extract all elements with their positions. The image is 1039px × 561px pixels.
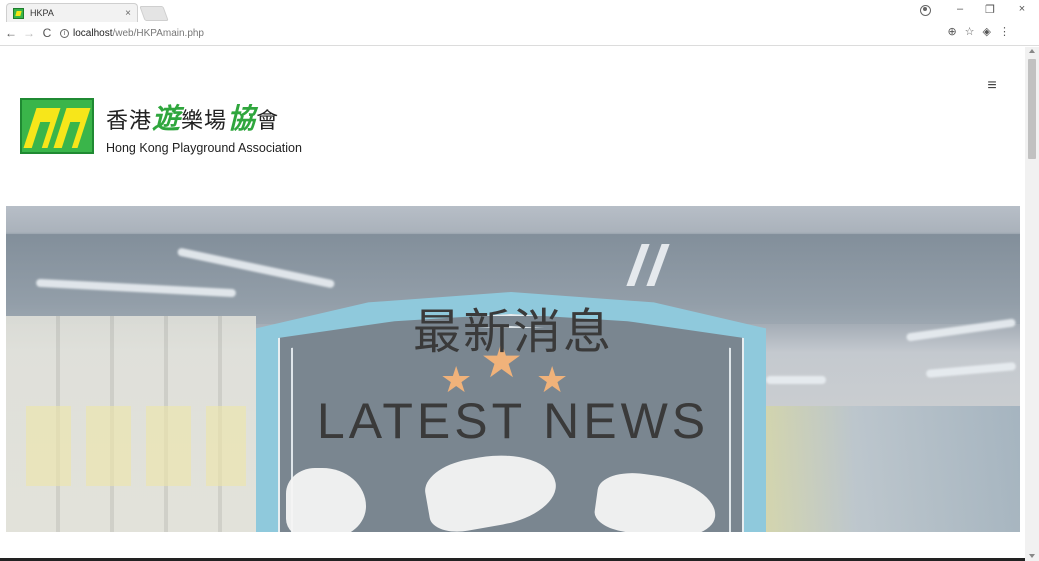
extension-icon[interactable]: ◈ bbox=[983, 25, 991, 38]
latest-news-banner[interactable]: ★ ★ ★ 最新消息 LATEST NEWS bbox=[6, 206, 1020, 532]
minimize-button[interactable]: – bbox=[952, 3, 968, 15]
account-icon[interactable] bbox=[920, 5, 931, 16]
logo-chinese-name: 香港 遊 樂場 協 會 bbox=[106, 97, 302, 137]
restore-button[interactable]: ❐ bbox=[982, 3, 998, 16]
hamburger-menu-icon[interactable]: ≡ bbox=[984, 77, 1000, 95]
tab-title: HKPA bbox=[30, 8, 54, 18]
logo-cn-part3: 會 bbox=[256, 109, 280, 134]
scroll-up-arrow-icon[interactable] bbox=[1029, 49, 1035, 53]
tab-close-icon[interactable]: × bbox=[125, 8, 131, 19]
banner-title-english: LATEST NEWS bbox=[316, 393, 710, 449]
hkpa-logo-mark-icon bbox=[20, 98, 94, 154]
forward-arrow-icon[interactable]: → bbox=[22, 26, 36, 40]
logo-cn-part2: 樂場 bbox=[181, 109, 228, 134]
url-path: /web/HKPAmain.php bbox=[112, 28, 204, 39]
url-host: localhost bbox=[73, 28, 113, 39]
logo-cn-green2: 協 bbox=[227, 102, 257, 135]
logo-text: 香港 遊 樂場 協 會 Hong Kong Playground Associa… bbox=[106, 97, 302, 155]
bookmark-star-icon[interactable]: ☆ bbox=[965, 25, 975, 38]
browser-menu-icon[interactable]: ⋮ bbox=[999, 25, 1010, 38]
scroll-thumb[interactable] bbox=[1028, 59, 1036, 159]
browser-toolbar: ← → C i localhost /web/HKPAmain.php ⊕ ☆ … bbox=[0, 22, 1039, 46]
hkpa-favicon-icon bbox=[13, 7, 24, 19]
page-viewport: 香港 遊 樂場 協 會 Hong Kong Playground Associa… bbox=[0, 47, 1025, 561]
logo-english-name: Hong Kong Playground Association bbox=[106, 141, 302, 155]
reload-icon[interactable]: C bbox=[40, 26, 54, 40]
logo-cn-part1: 香港 bbox=[106, 109, 153, 134]
site-logo[interactable]: 香港 遊 樂場 協 會 Hong Kong Playground Associa… bbox=[20, 97, 302, 155]
browser-tab[interactable]: HKPA × bbox=[6, 3, 138, 22]
new-tab-button[interactable] bbox=[139, 6, 169, 21]
site-info-icon[interactable]: i bbox=[60, 29, 69, 38]
page-scrollbar[interactable] bbox=[1025, 47, 1039, 561]
banner-title-chinese: 最新消息 bbox=[412, 304, 613, 360]
zoom-icon[interactable]: ⊕ bbox=[947, 25, 956, 38]
back-arrow-icon[interactable]: ← bbox=[4, 26, 18, 40]
address-bar[interactable]: i localhost /web/HKPAmain.php ⊕ ☆ ◈ ⋮ bbox=[60, 25, 1010, 42]
logo-cn-green1: 遊 bbox=[152, 102, 182, 135]
window-close-button[interactable]: × bbox=[1014, 3, 1030, 15]
browser-titlebar: HKPA × – ❐ × bbox=[0, 0, 1039, 22]
scroll-down-arrow-icon[interactable] bbox=[1029, 554, 1035, 558]
